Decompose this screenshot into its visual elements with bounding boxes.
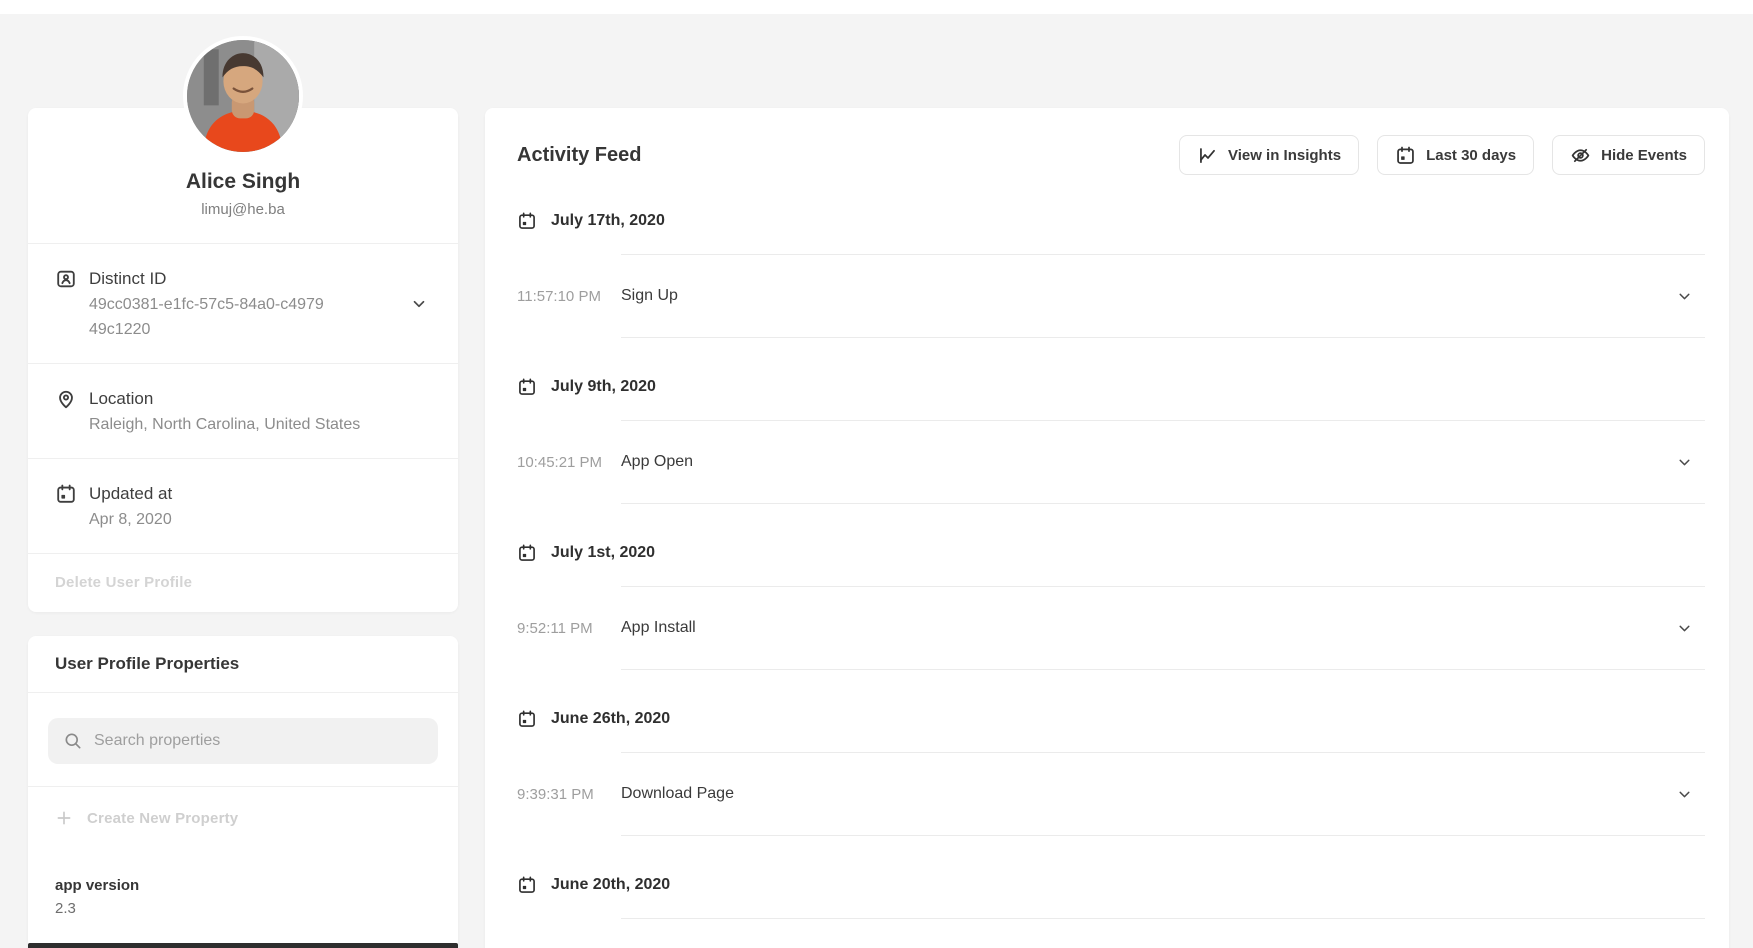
event-name: Sign Up [621,285,678,307]
event-rows: 10:45:21 PM App Open [517,420,1705,504]
calendar-icon [55,483,77,505]
date-header: July 1st, 2020 [517,542,1705,564]
event-time: 9:52:11 PM [517,586,621,670]
chevron-down-icon[interactable] [1676,288,1693,305]
property-row[interactable]: app version 2.3 [55,875,431,944]
view-in-insights-button[interactable]: View in Insights [1179,135,1359,175]
calendar-icon [517,875,537,895]
date-header-label: July 1st, 2020 [551,544,655,562]
top-strip [0,0,1753,14]
event-time: 9:39:31 PM [517,752,621,836]
feed-body: July 17th, 2020 11:57:10 PM Sign Up July… [517,210,1705,948]
date-header: June 26th, 2020 [517,708,1705,730]
date-header: July 17th, 2020 [517,210,1705,232]
feed-buttons: View in Insights Last 30 days Hide Event… [1179,135,1705,175]
eye-off-icon [1570,145,1591,166]
calendar-icon [517,377,537,397]
event-row[interactable]: 11:57:10 PM Sign Up [517,254,1705,338]
event-row[interactable]: 9:52:11 PM App Install [517,586,1705,670]
insights-chart-icon [1197,145,1218,166]
chevron-down-icon[interactable] [1676,786,1693,803]
event-name: App Open [621,451,693,473]
event-name: Download Page [621,783,734,805]
date-header-label: July 9th, 2020 [551,378,656,396]
create-new-property-button[interactable]: Create New Property [87,810,238,827]
distinct-id-label: Distinct ID [89,267,166,291]
date-header: July 9th, 2020 [517,376,1705,398]
calendar-icon [517,709,537,729]
hide-events-button[interactable]: Hide Events [1552,135,1705,175]
updated-at-value: Apr 8, 2020 [89,507,431,532]
event-rows: 11:57:10 PM Sign Up [517,254,1705,338]
distinct-id-value: 49cc0381-e1fc-57c5-84a0-c497949c1220 [89,292,327,342]
event-name: App Install [621,617,696,639]
properties-title: User Profile Properties [28,636,458,693]
location-section: Location Raleigh, North Carolina, United… [28,363,458,458]
delete-row: Delete User Profile [28,553,458,612]
activity-feed-card: Activity Feed View in Insights Last 30 d… [485,108,1729,948]
delete-user-profile-button[interactable]: Delete User Profile [55,574,192,591]
id-badge-icon [55,268,77,290]
create-new-property-row[interactable]: Create New Property [28,786,458,849]
view-in-insights-label: View in Insights [1228,147,1341,164]
event-rows: 9:39:31 PM Download Page [517,752,1705,836]
feed-header: Activity Feed View in Insights Last 30 d… [517,134,1705,176]
last-30-days-button[interactable]: Last 30 days [1377,135,1534,175]
date-header-label: July 17th, 2020 [551,212,665,230]
date-header-label: June 26th, 2020 [551,710,670,728]
distinct-id-section: Distinct ID 49cc0381-e1fc-57c5-84a0-c497… [28,243,458,363]
activity-date-group: June 20th, 2020 [517,874,1705,948]
property-value: 2.3 [55,897,431,921]
last-30-days-label: Last 30 days [1426,147,1516,164]
user-name: Alice Singh [55,170,431,194]
clipped-content-strip [28,943,458,948]
location-pin-icon [55,388,77,410]
updated-at-section: Updated at Apr 8, 2020 [28,458,458,553]
event-rows [517,918,1705,948]
plus-icon [55,809,73,827]
property-name: app version [55,875,431,897]
chevron-down-icon[interactable] [1676,620,1693,637]
activity-feed-title: Activity Feed [517,144,641,167]
activity-date-group: July 9th, 2020 10:45:21 PM App Open [517,376,1705,504]
event-rows: 9:52:11 PM App Install [517,586,1705,670]
user-profile-properties-card: User Profile Properties Create New Prope… [28,636,458,948]
profile-card: Alice Singh limuj@he.ba Distinct ID 49cc… [28,108,458,612]
event-row[interactable]: 10:45:21 PM App Open [517,420,1705,504]
location-value: Raleigh, North Carolina, United States [89,412,431,437]
avatar [183,36,303,156]
hide-events-label: Hide Events [1601,147,1687,164]
user-email: limuj@he.ba [55,200,431,220]
user-profile-page: Alice Singh limuj@he.ba Distinct ID 49cc… [0,0,1753,948]
event-time: 10:45:21 PM [517,420,621,504]
updated-at-label: Updated at [89,482,172,506]
event-row[interactable]: 9:39:31 PM Download Page [517,752,1705,836]
activity-date-group: July 1st, 2020 9:52:11 PM App Install [517,542,1705,670]
calendar-icon [517,543,537,563]
calendar-icon [517,211,537,231]
search-properties-input[interactable] [48,718,438,764]
date-header: June 20th, 2020 [517,874,1705,896]
search-wrap [28,693,458,786]
location-label: Location [89,387,153,411]
date-header-label: June 20th, 2020 [551,876,670,894]
chevron-down-icon[interactable] [410,295,428,313]
chevron-down-icon[interactable] [1676,454,1693,471]
event-time: 11:57:10 PM [517,254,621,338]
event-row-cutoff [621,918,1705,948]
calendar-icon [1395,145,1416,166]
activity-date-group: June 26th, 2020 9:39:31 PM Download Page [517,708,1705,836]
properties-list: app version 2.3 [28,849,458,944]
activity-date-group: July 17th, 2020 11:57:10 PM Sign Up [517,210,1705,338]
search-icon [63,731,83,751]
